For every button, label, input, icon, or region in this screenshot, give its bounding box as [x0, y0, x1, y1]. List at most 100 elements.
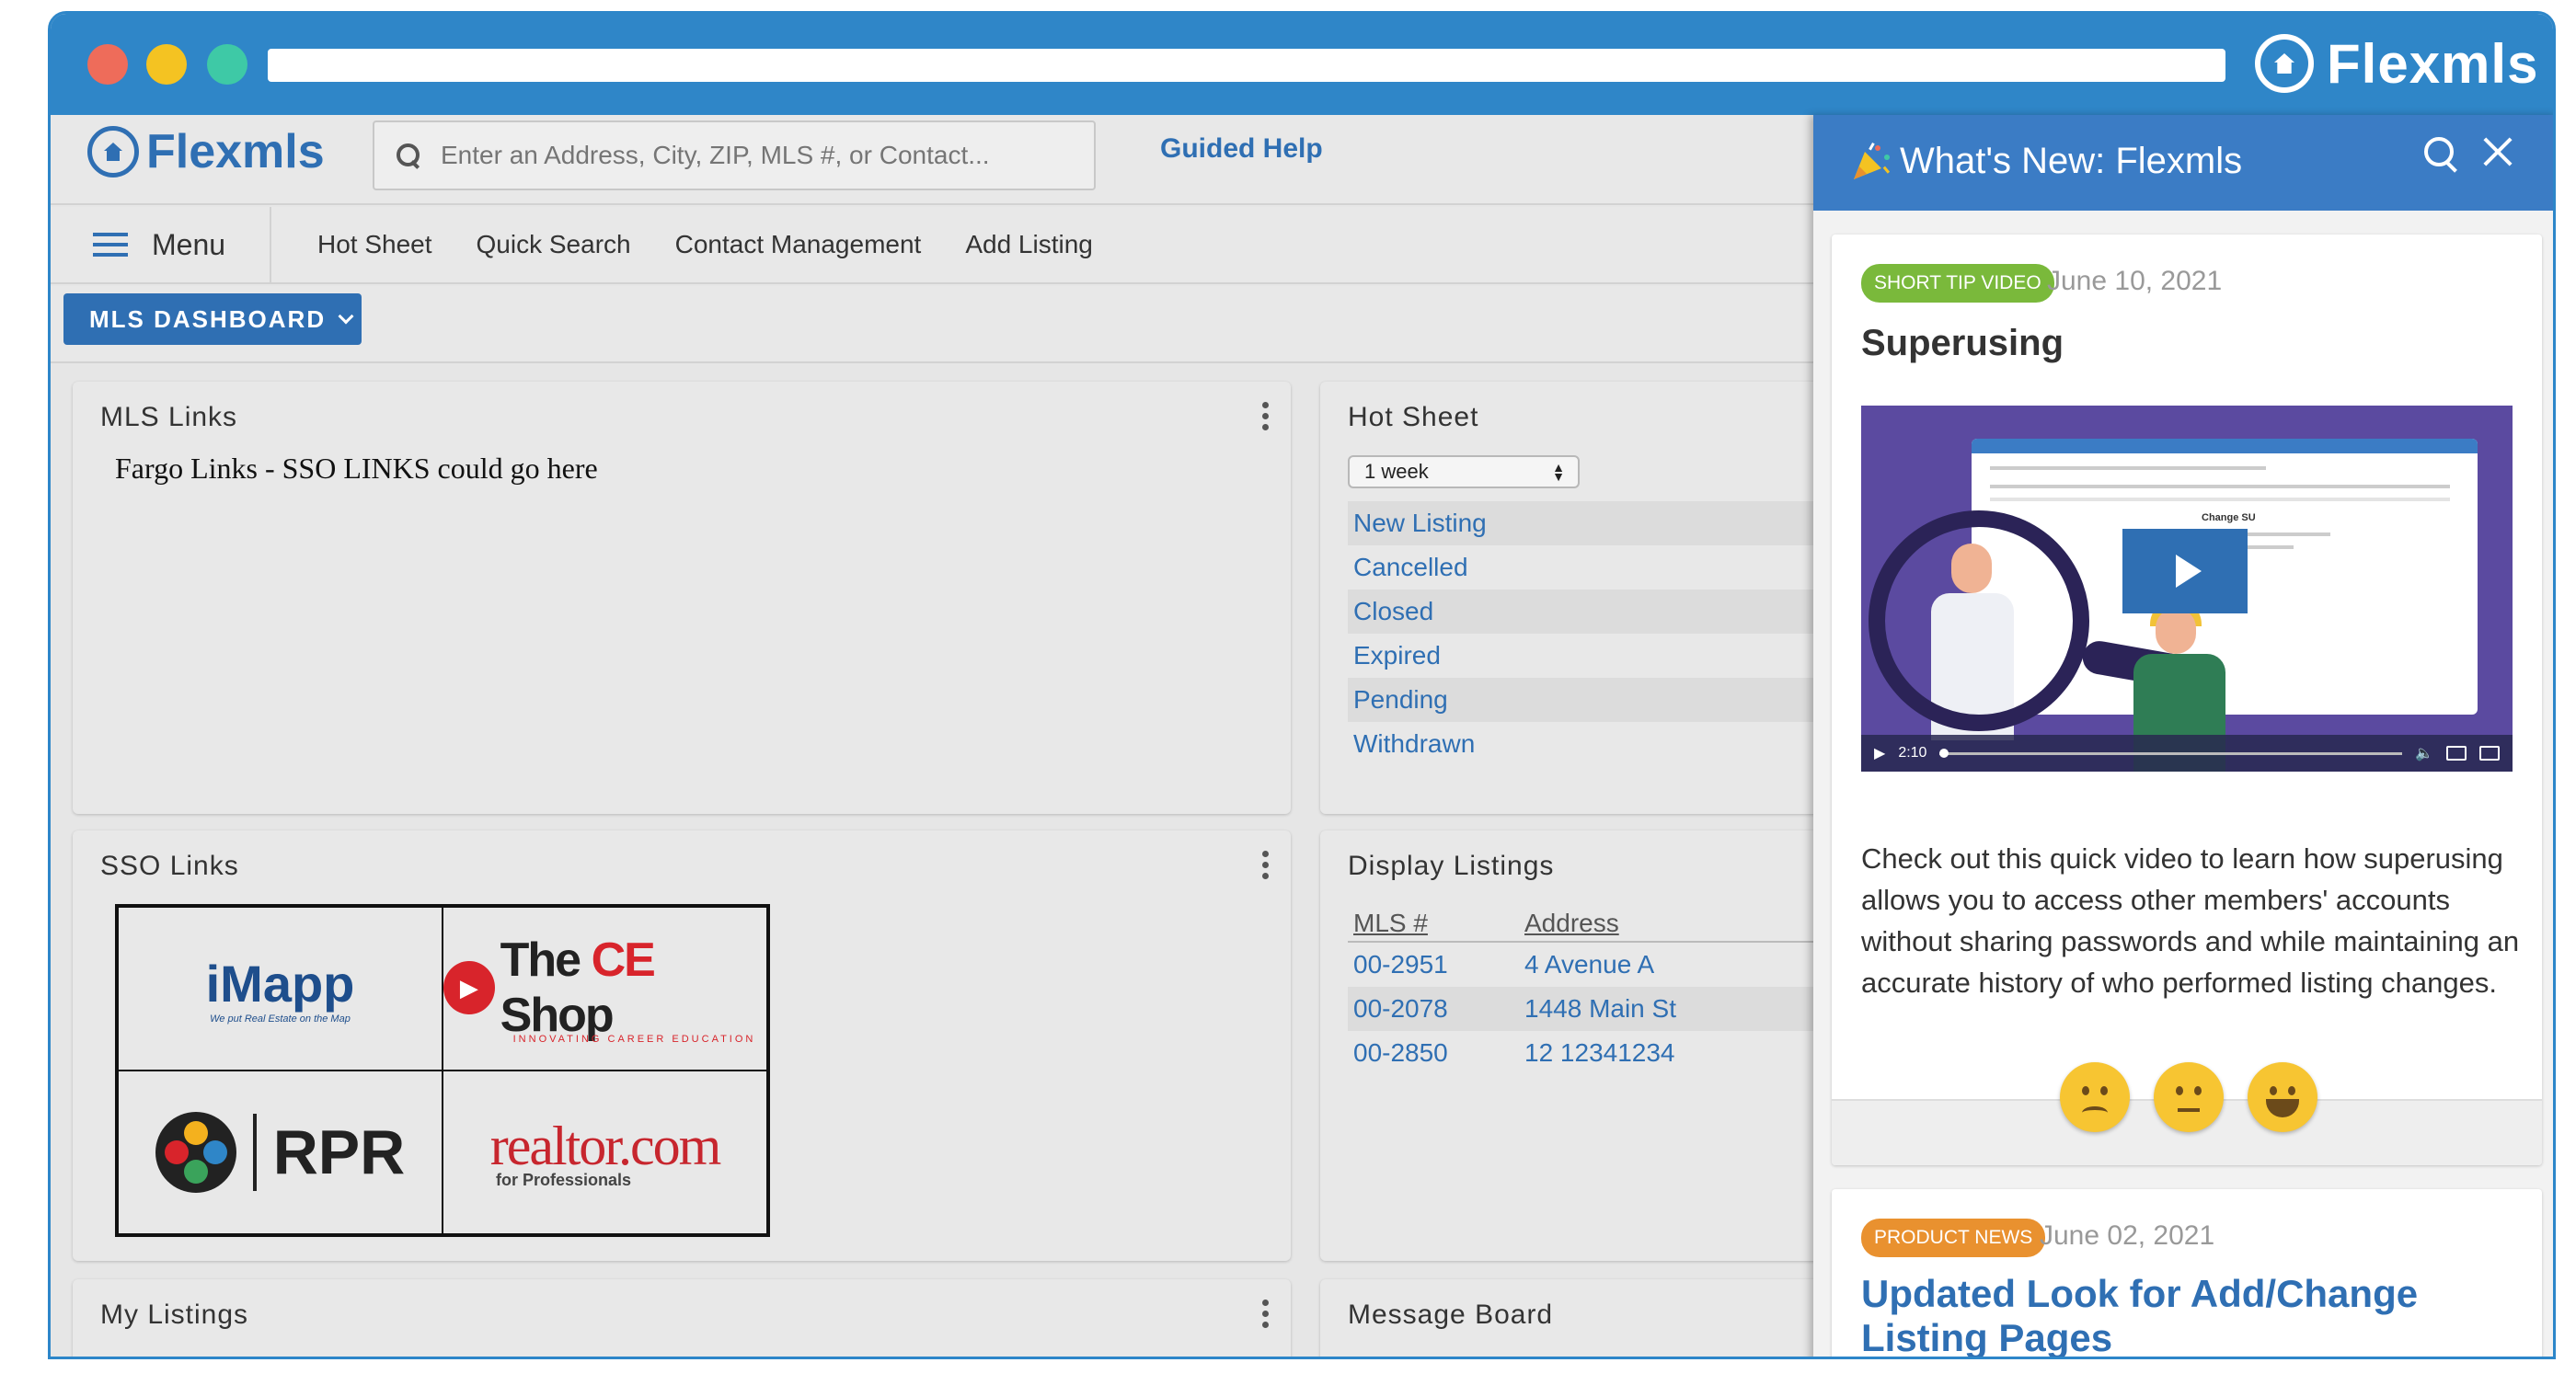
card-title-link[interactable]: Updated Look for Add/Change Listing Page…: [1861, 1272, 2542, 1357]
ce-shop-logo-text: The CE Shop: [500, 933, 656, 1042]
rpr-logo-icon: [155, 1112, 236, 1193]
volume-icon[interactable]: 🔈: [2415, 744, 2433, 762]
hot-sheet-period-select[interactable]: 1 week ▲ ▼: [1348, 455, 1580, 488]
app-brand-text: Flexmls: [146, 125, 325, 178]
imapp-logo-text: iMapp: [205, 954, 355, 1013]
menu-label: Menu: [152, 227, 226, 261]
rpr-divider: [252, 1114, 257, 1191]
hot-sheet-panel: Hot Sheet 1 week ▲ ▼ New Listing Cancelle…: [1320, 382, 1872, 814]
panel-title: Display Listings: [1348, 851, 1555, 881]
more-options-icon[interactable]: [1261, 402, 1269, 431]
close-icon[interactable]: [2479, 133, 2516, 170]
fullscreen-icon[interactable]: [2479, 746, 2500, 761]
select-arrows-icon: ▲ ▼: [1552, 460, 1565, 484]
sad-face-icon[interactable]: [2060, 1062, 2130, 1132]
card-date: June 10, 2021: [2047, 266, 2223, 296]
app-logo[interactable]: Flexmls: [87, 124, 325, 179]
table-row[interactable]: 00-2951 4 Avenue A: [1348, 943, 1826, 987]
hot-sheet-list: New Listing Cancelled Closed Expired Pen…: [1348, 501, 1826, 766]
hot-sheet-item[interactable]: Expired: [1348, 634, 1826, 678]
table-row[interactable]: 00-2078 1448 Main St: [1348, 987, 1826, 1031]
nav-item-hot-sheet[interactable]: Hot Sheet: [317, 230, 432, 259]
panel-title: My Listings: [100, 1300, 249, 1330]
mls-links-panel: MLS Links Fargo Links - SSO LINKS could …: [73, 382, 1291, 814]
nav-item-add-listing[interactable]: Add Listing: [965, 230, 1093, 259]
flexmls-logo-icon: [87, 126, 139, 177]
whats-new-panel: What's New: Flexmls SHORT TIP VIDEO June…: [1813, 115, 2553, 1357]
panel-title: SSO Links: [100, 851, 239, 881]
more-options-icon[interactable]: [1261, 1300, 1269, 1329]
url-bar[interactable]: [268, 49, 2225, 82]
whats-new-header: What's New: Flexmls: [1813, 115, 2553, 211]
card-date: June 02, 2021: [2040, 1220, 2215, 1251]
share-icon[interactable]: [2446, 746, 2467, 761]
browser-brand-text: Flexmls: [2327, 32, 2539, 95]
browser-brand-logo: Flexmls: [2255, 27, 2538, 100]
mls-dashboard-dropdown[interactable]: MLS DASHBOARD: [63, 293, 362, 345]
realtor-logo-text: realtor.com: [489, 1116, 722, 1176]
party-popper-icon: [1854, 143, 1891, 179]
neutral-face-icon[interactable]: [2154, 1062, 2224, 1132]
play-button[interactable]: [2122, 529, 2248, 613]
guided-help-link[interactable]: Guided Help: [1160, 133, 1323, 165]
rpr-logo-text: RPR: [272, 1117, 406, 1187]
magnifier-illustration: [1869, 510, 2089, 731]
feedback-emojis: [2060, 1062, 2317, 1132]
realtor-logo-subtext: for Professionals: [495, 1171, 632, 1189]
video-screen-title: Change SU: [2202, 512, 2256, 523]
search-box[interactable]: [373, 120, 1096, 190]
flexmls-logo-icon: [2255, 34, 2314, 93]
hot-sheet-period-value: 1 week: [1364, 460, 1429, 483]
chevron-down-icon: [338, 308, 354, 325]
sso-links-grid: iMapp We put Real Estate on the Map ▶ Th…: [115, 904, 770, 1237]
my-listings-panel: My Listings: [73, 1279, 1291, 1357]
column-header-mls[interactable]: MLS #: [1348, 909, 1524, 938]
video-player[interactable]: Change SU ▶ 2:10 🔈: [1861, 406, 2513, 772]
listings-table: MLS # Address 00-2951 4 Avenue A 00-2078…: [1348, 906, 1826, 1075]
hot-sheet-item[interactable]: Closed: [1348, 590, 1826, 634]
panel-title: MLS Links: [100, 402, 238, 432]
window-maximize-dot[interactable]: [207, 44, 247, 85]
listing-address[interactable]: 12 12341234: [1524, 1038, 1826, 1068]
listing-mls-number[interactable]: 00-2951: [1348, 950, 1524, 979]
hamburger-icon: [93, 233, 128, 257]
mls-dashboard-label: MLS DASHBOARD: [89, 304, 327, 333]
search-icon[interactable]: [2421, 133, 2461, 174]
listing-mls-number[interactable]: 00-2078: [1348, 994, 1524, 1024]
nav-item-contact-management[interactable]: Contact Management: [675, 230, 922, 259]
window-minimize-dot[interactable]: [146, 44, 187, 85]
sso-link-ce-shop[interactable]: ▶ The CE Shop INNOVATING CAREER EDUCATIO…: [443, 907, 767, 1071]
panel-title: Hot Sheet: [1348, 402, 1479, 432]
sso-link-realtor[interactable]: realtor.com for Professionals: [443, 1071, 767, 1234]
card-title: Superusing: [1861, 323, 2064, 363]
search-input[interactable]: [441, 141, 1085, 170]
hot-sheet-item[interactable]: New Listing: [1348, 501, 1826, 545]
hot-sheet-item[interactable]: Pending: [1348, 678, 1826, 722]
listing-address[interactable]: 4 Avenue A: [1524, 950, 1826, 979]
menu-button[interactable]: Menu: [51, 207, 271, 282]
window-close-dot[interactable]: [87, 44, 128, 85]
browser-window: Flexmls Flexmls Guided Help Menu Hot She…: [48, 11, 2556, 1359]
listing-address[interactable]: 1448 Main St: [1524, 994, 1826, 1024]
more-options-icon[interactable]: [1261, 851, 1269, 880]
video-progress-bar[interactable]: [1939, 748, 2403, 758]
listing-mls-number[interactable]: 00-2850: [1348, 1038, 1524, 1068]
nav-items: Hot Sheet Quick Search Contact Managemen…: [317, 207, 1093, 282]
sso-link-rpr[interactable]: RPR: [118, 1071, 443, 1234]
news-card: SHORT TIP VIDEO June 10, 2021 Superusing…: [1832, 235, 2542, 1165]
nav-item-quick-search[interactable]: Quick Search: [477, 230, 631, 259]
card-body-text: Check out this quick video to learn how …: [1861, 842, 2520, 999]
hot-sheet-item[interactable]: Withdrawn: [1348, 722, 1826, 766]
happy-face-icon[interactable]: [2248, 1062, 2317, 1132]
hot-sheet-item[interactable]: Cancelled: [1348, 545, 1826, 590]
play-icon[interactable]: ▶: [1874, 744, 1885, 762]
sso-link-imapp[interactable]: iMapp We put Real Estate on the Map: [118, 907, 443, 1071]
ce-shop-tagline: INNOVATING CAREER EDUCATION: [512, 1034, 756, 1045]
search-icon: [395, 142, 422, 169]
category-badge: PRODUCT NEWS: [1861, 1219, 2046, 1257]
message-board-panel: Message Board: [1320, 1279, 1872, 1357]
table-header: MLS # Address: [1348, 906, 1826, 943]
table-row[interactable]: 00-2850 12 12341234: [1348, 1031, 1826, 1075]
column-header-address[interactable]: Address: [1524, 909, 1826, 938]
sso-links-panel: SSO Links iMapp We put Real Estate on th…: [73, 830, 1291, 1261]
